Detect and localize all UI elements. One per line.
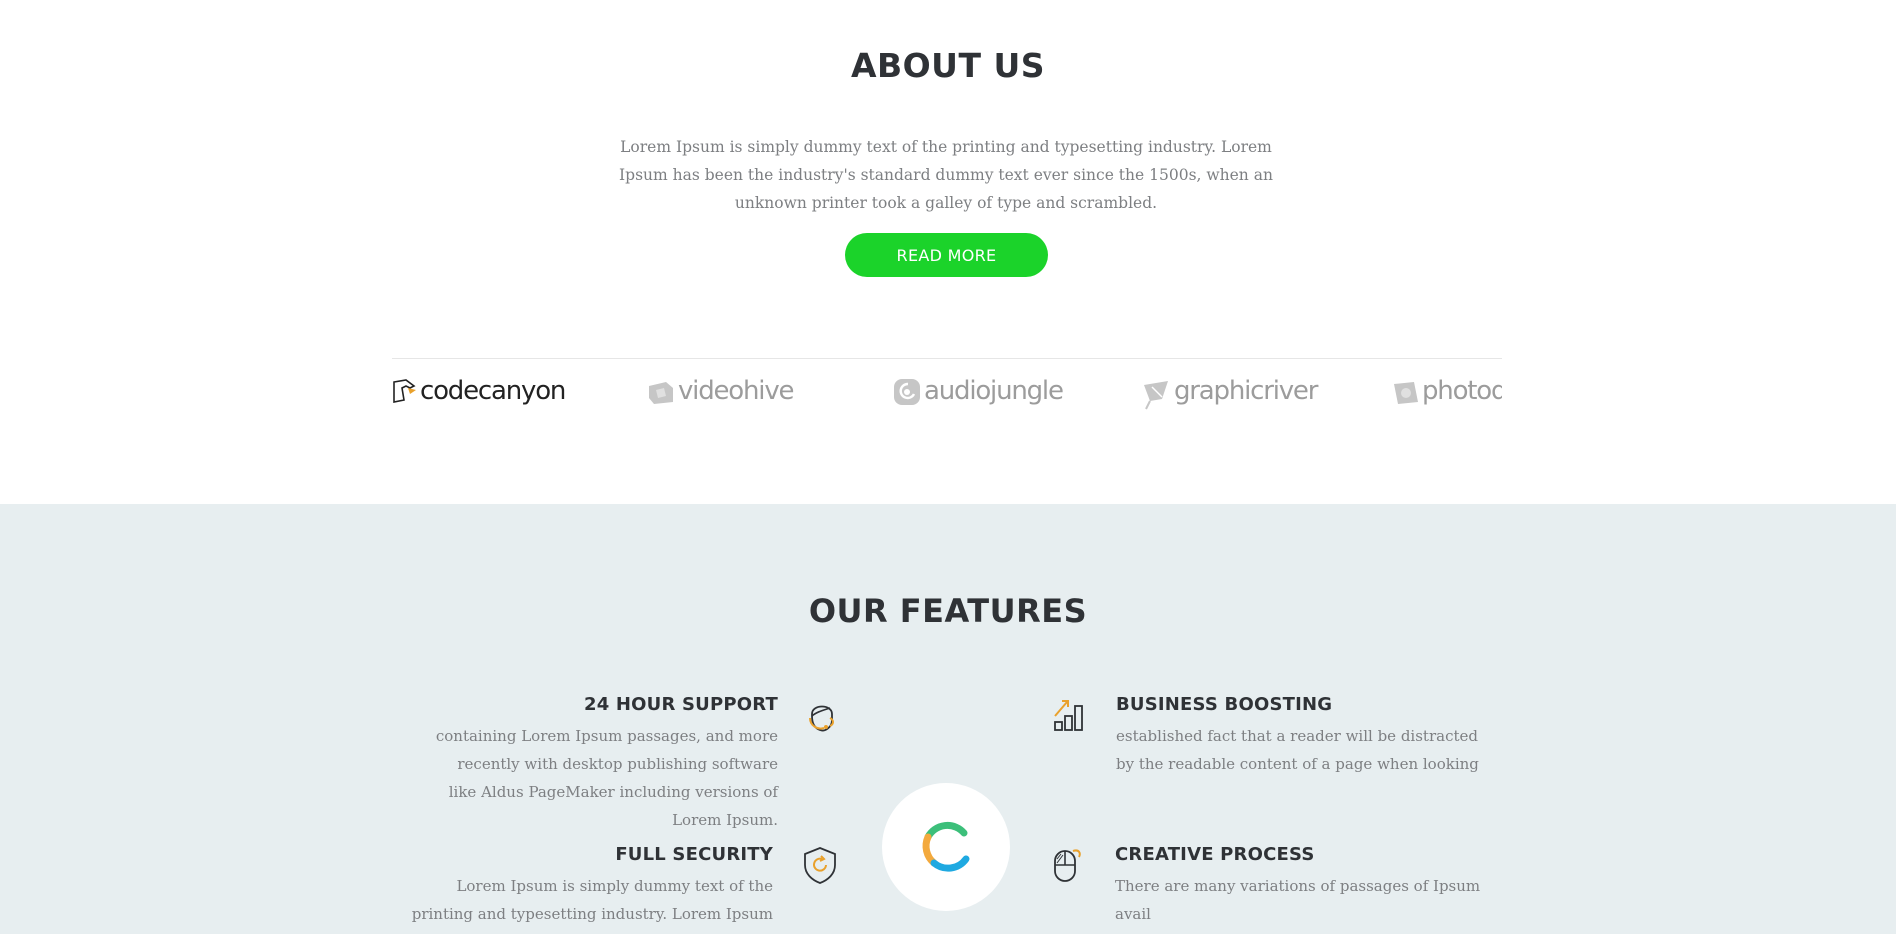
feature-text-creative: There are many variations of passages of… <box>1115 877 1481 923</box>
feature-title-business: BUSINESS BOOSTING <box>1116 694 1333 715</box>
codecanyon-logo-icon <box>393 379 416 403</box>
graphicriver-logo-icon <box>1144 381 1168 410</box>
shield-icon <box>804 847 836 884</box>
partner-logo-videohive[interactable]: videohive <box>646 371 795 411</box>
partner-name: photod <box>1422 376 1502 406</box>
videohive-logo-icon <box>649 382 673 404</box>
feature-text-security: Lorem Ipsum is simply dummy text of the … <box>411 877 773 934</box>
photodune-logo-icon <box>1394 382 1418 404</box>
feature-title-support: 24 HOUR SUPPORT <box>583 694 778 715</box>
feature-text-business: established fact that a reader will be d… <box>1116 727 1479 773</box>
partner-name: codecanyon <box>420 376 566 406</box>
partner-name: graphicriver <box>1174 376 1318 406</box>
headset-support-icon <box>809 705 834 732</box>
about-title: ABOUT US <box>850 46 1046 85</box>
partner-logo-audiojungle[interactable]: audiojungle <box>892 371 1064 411</box>
partner-name: videohive <box>678 376 795 406</box>
partner-logo-photodune[interactable]: photod <box>1390 371 1502 411</box>
features-title: OUR FEATURES <box>808 592 1088 630</box>
audiojungle-logo-icon <box>894 379 920 405</box>
partner-name: audiojungle <box>924 376 1064 406</box>
partner-logo-codecanyon[interactable]: codecanyon <box>392 371 566 411</box>
feature-text-support: containing Lorem Ipsum passages, and mor… <box>435 727 778 829</box>
about-text: Lorem Ipsum is simply dummy text of the … <box>619 138 1273 212</box>
loading-spinner-icon <box>922 821 970 872</box>
partner-logo-graphicriver[interactable]: graphicriver <box>1140 371 1318 411</box>
features-section: OUR FEATURES 24 HOUR SUPPORT containing … <box>0 504 1896 934</box>
read-more-button[interactable]: READ MORE <box>845 233 1048 277</box>
center-circle <box>882 783 1010 911</box>
partner-logos-strip: codecanyon videohive audiojungle graphic… <box>392 358 1502 418</box>
feature-title-creative: CREATIVE PROCESS <box>1115 844 1315 865</box>
about-section: ABOUT US Lorem Ipsum is simply dummy tex… <box>0 0 1896 504</box>
feature-title-security: FULL SECURITY <box>615 844 773 865</box>
mouse-icon <box>1054 849 1081 882</box>
bar-chart-growth-icon <box>1054 700 1083 731</box>
